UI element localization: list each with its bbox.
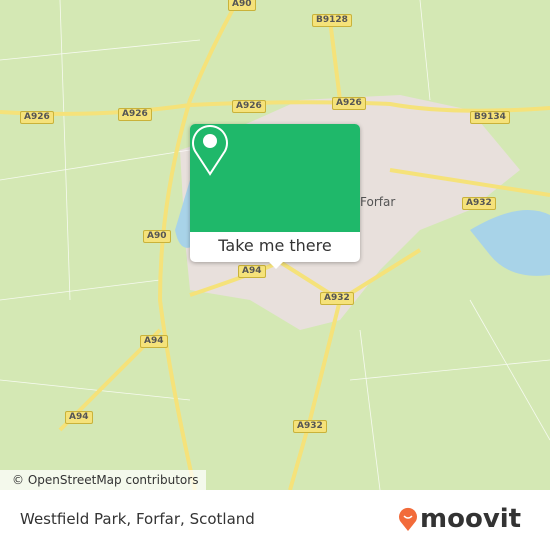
- road-label: A926: [118, 108, 152, 121]
- road-label: A926: [232, 100, 266, 113]
- attribution[interactable]: © OpenStreetMap contributors: [0, 470, 207, 490]
- road-label: A932: [293, 420, 327, 433]
- moovit-pin-icon: [399, 507, 417, 531]
- map-pin-icon: [192, 125, 228, 176]
- road-label: B9134: [470, 111, 510, 124]
- popup-header: [190, 124, 360, 232]
- road-label: A932: [462, 197, 496, 210]
- road-label: A932: [320, 292, 354, 305]
- road-label: B9128: [312, 14, 352, 27]
- map[interactable]: A90 B9128 A926 A926 A926 A926 B9134 A932…: [0, 0, 550, 490]
- road-label: A926: [20, 111, 54, 124]
- road-label: A94: [140, 335, 168, 348]
- road-label: A94: [238, 265, 266, 278]
- road-label: A94: [65, 411, 93, 424]
- road-label: A90: [143, 230, 171, 243]
- brand-name: moovit: [420, 504, 522, 534]
- town-label: Forfar: [360, 195, 396, 209]
- place-name: Westfield Park, Forfar, Scotland: [20, 510, 255, 528]
- loch: [470, 210, 550, 276]
- popup-pointer: [268, 261, 284, 269]
- popup: Take me there: [190, 124, 360, 269]
- footer: Westfield Park, Forfar, Scotland moovit: [0, 490, 550, 550]
- moovit-logo[interactable]: moovit: [398, 506, 521, 532]
- road-label: A90: [228, 0, 256, 11]
- road-label: A926: [332, 97, 366, 110]
- take-me-there-button[interactable]: Take me there: [190, 232, 360, 262]
